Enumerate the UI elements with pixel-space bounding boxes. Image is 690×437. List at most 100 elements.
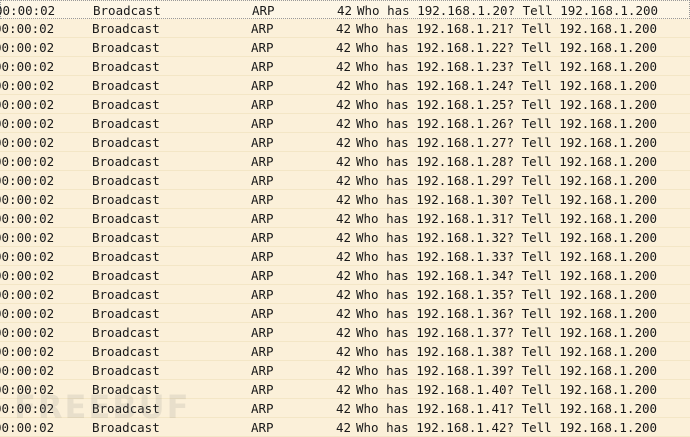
packet-info: Who has 192.168.1.37? Tell 192.168.1.200 bbox=[356, 325, 658, 340]
packet-time: 00:00:02 bbox=[0, 173, 55, 188]
packet-row[interactable]: 00:00:02 Broadcast ARP 42 Who has 192.168.1.… bbox=[0, 285, 690, 304]
packet-info: Who has 192.168.1.25? Tell 192.168.1.200 bbox=[356, 97, 658, 112]
packet-destination: Broadcast bbox=[92, 420, 160, 435]
packet-time: 00:00:02 bbox=[0, 382, 55, 397]
packet-length: 42 bbox=[336, 135, 352, 150]
packet-info: Who has 192.168.1.38? Tell 192.168.1.200 bbox=[356, 344, 658, 359]
packet-time: 00:00:02 bbox=[0, 97, 55, 112]
packet-protocol: ARP bbox=[251, 59, 274, 74]
packet-length: 42 bbox=[336, 59, 352, 74]
packet-row[interactable]: 00:00:02 Broadcast ARP 42 Who has 192.168.1.… bbox=[0, 323, 690, 342]
packet-row[interactable]: 00:00:02 Broadcast ARP 42 Who has 192.168.1.… bbox=[0, 95, 690, 114]
packet-protocol: ARP bbox=[251, 420, 274, 435]
packet-protocol: ARP bbox=[251, 192, 274, 207]
packet-time: 00:00:02 bbox=[0, 344, 55, 359]
packet-list[interactable]: 00:00:02 Broadcast ARP 42 Who has 192.168.1.… bbox=[0, 0, 690, 437]
packet-destination: Broadcast bbox=[92, 116, 160, 131]
packet-protocol: ARP bbox=[251, 116, 274, 131]
packet-info: Who has 192.168.1.23? Tell 192.168.1.200 bbox=[356, 59, 658, 74]
packet-row[interactable]: 00:00:02 Broadcast ARP 42 Who has 192.168.1.… bbox=[0, 380, 690, 399]
packet-destination: Broadcast bbox=[92, 344, 160, 359]
packet-row[interactable]: 00:00:02 Broadcast ARP 42 Who has 192.168.1.… bbox=[0, 76, 690, 95]
packet-info: Who has 192.168.1.31? Tell 192.168.1.200 bbox=[356, 211, 658, 226]
packet-time: 00:00:02 bbox=[0, 401, 55, 416]
packet-length: 42 bbox=[336, 116, 352, 131]
packet-destination: Broadcast bbox=[92, 230, 160, 245]
packet-destination: Broadcast bbox=[92, 192, 160, 207]
packet-length: 42 bbox=[336, 211, 352, 226]
packet-row[interactable]: 00:00:02 Broadcast ARP 42 Who has 192.168.1.… bbox=[0, 399, 690, 418]
packet-length: 42 bbox=[336, 306, 352, 321]
packet-length: 42 bbox=[337, 3, 353, 18]
packet-row[interactable]: 00:00:02 Broadcast ARP 42 Who has 192.168.1.… bbox=[0, 190, 690, 209]
packet-info: Who has 192.168.1.24? Tell 192.168.1.200 bbox=[356, 78, 658, 93]
packet-time: 00:00:02 bbox=[0, 249, 55, 264]
packet-protocol: ARP bbox=[251, 268, 274, 283]
packet-row[interactable]: 00:00:02 Broadcast ARP 42 Who has 192.168.1.… bbox=[0, 38, 690, 57]
packet-protocol: ARP bbox=[251, 382, 274, 397]
packet-time: 00:00:02 bbox=[0, 230, 55, 245]
packet-destination: Broadcast bbox=[92, 173, 160, 188]
packet-length: 42 bbox=[336, 382, 352, 397]
packet-time: 00:00:02 bbox=[0, 306, 55, 321]
packet-row[interactable]: 00:00:02 Broadcast ARP 42 Who has 192.168.1.… bbox=[0, 418, 690, 437]
packet-length: 42 bbox=[336, 344, 352, 359]
packet-time: 00:00:02 bbox=[0, 116, 55, 131]
packet-row[interactable]: 00:00:02 Broadcast ARP 42 Who has 192.168.1.… bbox=[0, 57, 690, 76]
packet-time: 00:00:02 bbox=[0, 21, 55, 36]
packet-protocol: ARP bbox=[251, 287, 274, 302]
packet-row[interactable]: 00:00:02 Broadcast ARP 42 Who has 192.168.1.… bbox=[0, 152, 690, 171]
packet-length: 42 bbox=[336, 40, 352, 55]
packet-destination: Broadcast bbox=[92, 154, 160, 169]
packet-row[interactable]: 00:00:02 Broadcast ARP 42 Who has 192.168.1.… bbox=[0, 0, 690, 19]
packet-destination: Broadcast bbox=[92, 249, 160, 264]
packet-destination: Broadcast bbox=[92, 135, 160, 150]
packet-time: 00:00:02 bbox=[0, 154, 55, 169]
packet-info: Who has 192.168.1.27? Tell 192.168.1.200 bbox=[356, 135, 658, 150]
packet-row[interactable]: 00:00:02 Broadcast ARP 42 Who has 192.168.1.… bbox=[0, 209, 690, 228]
packet-destination: Broadcast bbox=[92, 40, 160, 55]
packet-destination: Broadcast bbox=[92, 21, 160, 36]
packet-length: 42 bbox=[336, 97, 352, 112]
packet-protocol: ARP bbox=[251, 78, 274, 93]
packet-destination: Broadcast bbox=[92, 287, 160, 302]
packet-row[interactable]: 00:00:02 Broadcast ARP 42 Who has 192.168.1.… bbox=[0, 19, 690, 38]
packet-info: Who has 192.168.1.29? Tell 192.168.1.200 bbox=[356, 173, 658, 188]
packet-time: 00:00:02 bbox=[0, 363, 55, 378]
packet-protocol: ARP bbox=[251, 173, 274, 188]
packet-length: 42 bbox=[336, 268, 352, 283]
packet-time: 00:00:02 bbox=[0, 287, 55, 302]
packet-length: 42 bbox=[336, 78, 352, 93]
packet-row[interactable]: 00:00:02 Broadcast ARP 42 Who has 192.168.1.… bbox=[0, 133, 690, 152]
packet-length: 42 bbox=[336, 21, 352, 36]
packet-protocol: ARP bbox=[251, 154, 274, 169]
packet-length: 42 bbox=[336, 363, 352, 378]
packet-protocol: ARP bbox=[251, 249, 274, 264]
packet-info: Who has 192.168.1.32? Tell 192.168.1.200 bbox=[356, 230, 658, 245]
packet-row[interactable]: 00:00:02 Broadcast ARP 42 Who has 192.168.1.… bbox=[0, 342, 690, 361]
packet-row[interactable]: 00:00:02 Broadcast ARP 42 Who has 192.168.1.… bbox=[0, 228, 690, 247]
packet-row[interactable]: 00:00:02 Broadcast ARP 42 Who has 192.168.1.… bbox=[0, 266, 690, 285]
packet-protocol: ARP bbox=[251, 40, 274, 55]
packet-row[interactable]: 00:00:02 Broadcast ARP 42 Who has 192.168.1.… bbox=[0, 247, 690, 266]
packet-row[interactable]: 00:00:02 Broadcast ARP 42 Who has 192.168.1.… bbox=[0, 304, 690, 323]
packet-info: Who has 192.168.1.28? Tell 192.168.1.200 bbox=[356, 154, 658, 169]
packet-protocol: ARP bbox=[251, 97, 274, 112]
packet-row[interactable]: 00:00:02 Broadcast ARP 42 Who has 192.168.1.… bbox=[0, 361, 690, 380]
packet-row[interactable]: 00:00:02 Broadcast ARP 42 Who has 192.168.1.… bbox=[0, 171, 690, 190]
packet-length: 42 bbox=[336, 287, 352, 302]
packet-destination: Broadcast bbox=[92, 59, 160, 74]
packet-destination: Broadcast bbox=[92, 363, 160, 378]
packet-time: 00:00:02 bbox=[0, 78, 55, 93]
packet-time: 00:00:02 bbox=[0, 40, 55, 55]
packet-length: 42 bbox=[336, 173, 352, 188]
packet-destination: Broadcast bbox=[92, 211, 160, 226]
packet-row[interactable]: 00:00:02 Broadcast ARP 42 Who has 192.168.1.… bbox=[0, 114, 690, 133]
packet-time: 00:00:02 bbox=[0, 325, 55, 340]
packet-protocol: ARP bbox=[251, 135, 274, 150]
packet-protocol: ARP bbox=[251, 211, 274, 226]
packet-length: 42 bbox=[336, 192, 352, 207]
packet-destination: Broadcast bbox=[92, 306, 160, 321]
packet-protocol: ARP bbox=[251, 230, 274, 245]
packet-protocol: ARP bbox=[251, 306, 274, 321]
